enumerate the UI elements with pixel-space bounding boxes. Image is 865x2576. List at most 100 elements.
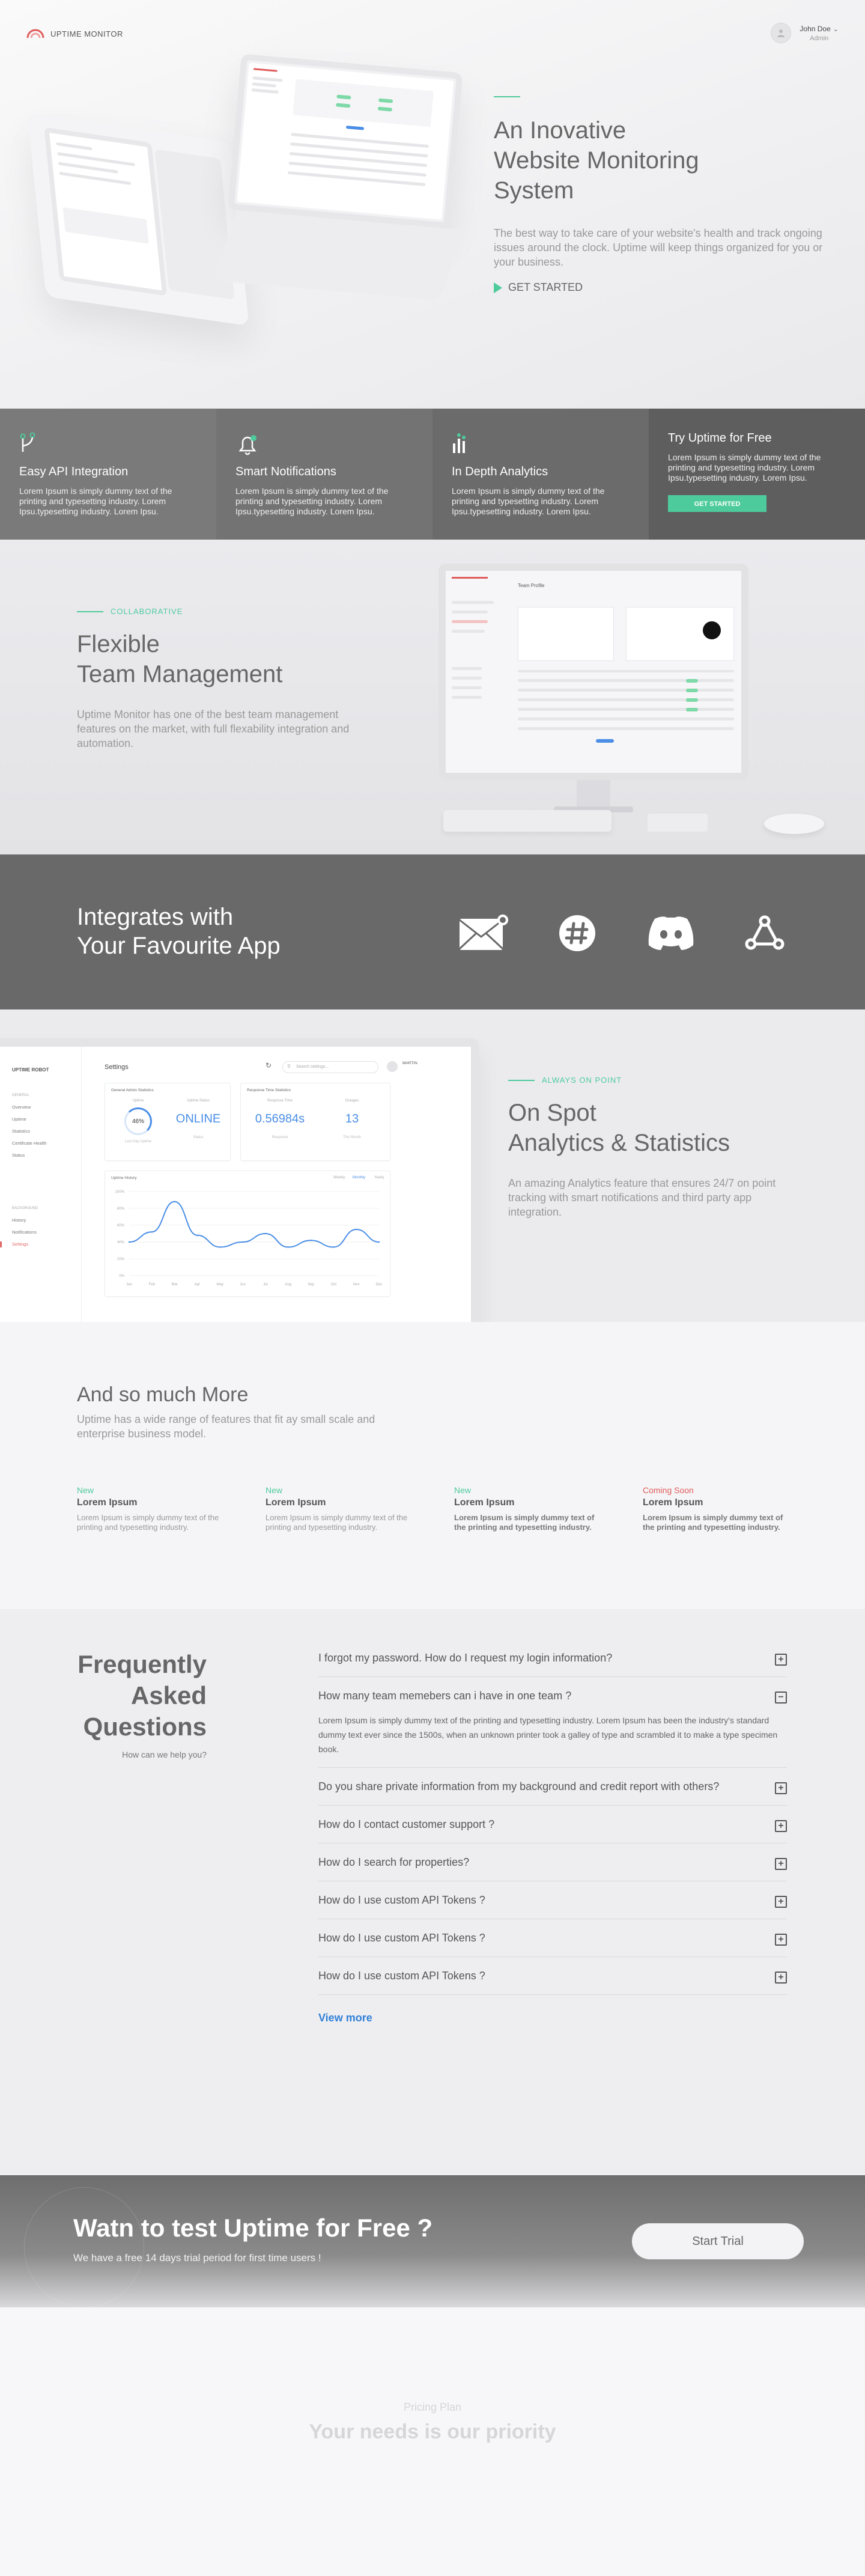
expand-icon[interactable]: +	[775, 1858, 787, 1870]
x-tick-label: Dec	[376, 1283, 383, 1286]
kpi-sub: Last Day Uptime	[124, 1140, 152, 1143]
expand-icon[interactable]: +	[775, 1820, 787, 1832]
nav-item-notifications[interactable]: Notifications	[12, 1229, 37, 1235]
logo-icon	[26, 29, 44, 38]
features-strip: Easy API Integration Lorem Ipsum is simp…	[0, 409, 865, 540]
x-tick-label: May	[217, 1283, 223, 1286]
more-features-section: And so much More Uptime has a wide range…	[0, 1322, 865, 1609]
app-content: Settings ↻ Search settings... ⚲ MARTIN G…	[90, 1047, 471, 1363]
nav-item-uptime[interactable]: Uptime	[12, 1116, 26, 1122]
faq-section: Frequently Asked Questions How can we he…	[0, 1609, 865, 2175]
faq-list: I forgot my password. How do I request m…	[318, 1639, 787, 2024]
data-point	[264, 1232, 267, 1235]
faq-title-line: Frequently	[77, 1650, 207, 1678]
feature-text: Lorem Ipsum is simply dummy text of the …	[19, 486, 172, 516]
webhook-icon[interactable]	[739, 912, 791, 955]
faq-question[interactable]: How do I contact customer support ?	[318, 1816, 787, 1832]
discord-icon[interactable]	[645, 912, 697, 955]
expand-icon[interactable]: +	[775, 1934, 787, 1946]
data-point	[219, 1246, 221, 1248]
nav-item-settings[interactable]: Settings	[0, 1241, 28, 1247]
faq-title-line: Asked	[130, 1681, 207, 1710]
feature-title: In Depth Analytics	[452, 465, 548, 478]
user-chip[interactable]: MARTIN	[402, 1061, 417, 1065]
feature-item: New Lorem Ipsum Lorem Ipsum is simply du…	[454, 1485, 604, 1532]
search-input[interactable]: Search settings...	[282, 1061, 378, 1073]
hero-title: An Inovative Website Monitoring System	[494, 115, 842, 206]
expand-icon[interactable]: +	[775, 1782, 787, 1794]
faq-item[interactable]: Do you share private information from my…	[318, 1768, 787, 1806]
slack-icon[interactable]	[551, 912, 603, 955]
faq-item[interactable]: How do I contact customer support ? +	[318, 1806, 787, 1844]
laptop-mockup-left	[27, 112, 249, 326]
faq-question[interactable]: How do I search for properties?	[318, 1854, 787, 1870]
x-tick-label: Oct	[331, 1283, 337, 1286]
feature-item-text: Lorem Ipsum is simply dummy text of the …	[266, 1513, 408, 1532]
card-title: General Admin Statistics	[111, 1088, 154, 1092]
feature-text: Lorem Ipsum is simply dummy text of the …	[235, 486, 389, 516]
expand-icon[interactable]: +	[775, 1896, 787, 1908]
faq-item[interactable]: How do I use custom API Tokens ? +	[318, 1957, 787, 1995]
y-tick-label: 0%	[119, 1274, 124, 1278]
outages-kpi: Outages 13 This Month	[319, 1099, 385, 1139]
faq-question[interactable]: Do you share private information from my…	[318, 1779, 787, 1794]
analytics-section: UPTIME ROBOT GENERAL Overview Uptime Sta…	[0, 1009, 865, 1364]
faq-question[interactable]: How do I use custom API Tokens ?	[318, 1930, 787, 1946]
faq-item-open[interactable]: How many team memebers can i have in one…	[318, 1677, 787, 1768]
expand-icon[interactable]: +	[775, 1972, 787, 1984]
get-started-link[interactable]: GET STARTED	[494, 281, 842, 294]
nav-item-statistics[interactable]: Statistics	[12, 1128, 30, 1134]
status-kpi: Uptime Status ONLINE Status	[165, 1099, 231, 1139]
hero-section: UPTIME MONITOR John Doe ⌄ Admin An Inova…	[0, 0, 865, 540]
faq-answer: Lorem Ipsum is simply dummy text of the …	[318, 1716, 778, 1754]
section-title-line: Analytics & Statistics	[508, 1130, 730, 1156]
faq-title-line: Questions	[83, 1713, 207, 1741]
faq-item[interactable]: How do I use custom API Tokens ? +	[318, 1919, 787, 1957]
get-started-button[interactable]: GET STARTED	[668, 495, 766, 512]
section-title: And so much More	[77, 1383, 249, 1406]
kpi-value: 46%	[132, 1118, 144, 1125]
faq-item[interactable]: How do I search for properties? +	[318, 1844, 787, 1881]
faq-item[interactable]: I forgot my password. How do I request m…	[318, 1639, 787, 1677]
section-title: Integrates with Your Favourite App	[77, 903, 281, 960]
data-point	[241, 1241, 244, 1243]
nav-item-overview[interactable]: Overview	[12, 1104, 31, 1110]
laptop-mockup: UPTIME ROBOT GENERAL Overview Uptime Sta…	[0, 1038, 479, 1363]
faq-item[interactable]: How do I use custom API Tokens ? +	[318, 1881, 787, 1919]
view-more-link[interactable]: View more	[318, 2012, 787, 2024]
faq-question[interactable]: I forgot my password. How do I request m…	[318, 1650, 787, 1666]
expand-icon[interactable]: +	[775, 1654, 787, 1666]
collapse-icon[interactable]: −	[775, 1691, 787, 1704]
nav-item-history[interactable]: History	[12, 1217, 26, 1223]
data-point	[333, 1246, 335, 1248]
refresh-icon[interactable]: ↻	[266, 1061, 272, 1070]
api-icon	[20, 432, 35, 452]
start-trial-button[interactable]: Start Trial	[632, 2223, 804, 2259]
trial-subtitle: We have a free 14 days trial period for …	[73, 2252, 321, 2264]
hero-title-line: Website Monitoring	[494, 147, 699, 174]
pricing-title: Your needs is our priority	[309, 2420, 556, 2443]
chevron-down-icon[interactable]: ⌄	[833, 26, 839, 33]
general-stats-card: General Admin Statistics Uptime 46% Last…	[105, 1083, 231, 1161]
avatar[interactable]	[771, 23, 792, 43]
feature-item: Coming Soon Lorem Ipsum Lorem Ipsum is s…	[643, 1485, 793, 1532]
eyebrow-label: ALWAYS ON POINT	[542, 1076, 622, 1085]
section-description: An amazing Analytics feature that ensure…	[508, 1177, 776, 1218]
faq-question[interactable]: How do I use custom API Tokens ?	[318, 1968, 787, 1984]
hero-title-line: An Inovative	[494, 117, 627, 144]
logo[interactable]: UPTIME MONITOR	[26, 29, 123, 38]
faq-question[interactable]: How many team memebers can i have in one…	[318, 1688, 787, 1704]
kpi-sub: Response	[272, 1136, 288, 1139]
eyebrow-label: COLLABORATIVE	[111, 607, 183, 616]
nav-item-status[interactable]: Status	[12, 1153, 25, 1158]
response-stats-card: Response Time Statistics Response Time 0…	[240, 1083, 390, 1161]
avatar[interactable]	[387, 1061, 398, 1072]
nav-item-certificate-health[interactable]: Certificate Health	[12, 1140, 47, 1146]
user-menu[interactable]: John Doe ⌄ Admin	[771, 23, 839, 43]
mail-icon[interactable]	[458, 912, 509, 955]
x-tick-label: Aug	[285, 1283, 291, 1286]
nav-group-label: BACKGROUND	[12, 1207, 38, 1210]
x-tick-label: Apr	[195, 1283, 200, 1286]
keyboard	[443, 810, 612, 832]
faq-question[interactable]: How do I use custom API Tokens ?	[318, 1892, 787, 1908]
